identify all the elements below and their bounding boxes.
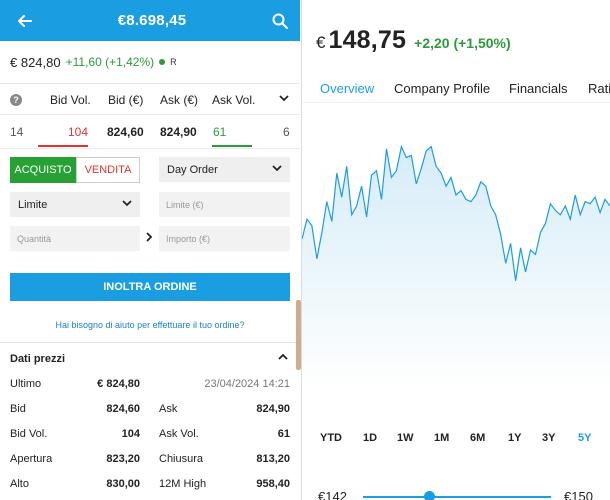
close-value: 813,20 <box>256 453 290 465</box>
back-arrow-icon[interactable] <box>18 14 32 27</box>
stock-change: +2,20 (+1,50%) <box>414 35 511 51</box>
ask-value: 824,90 <box>256 403 290 415</box>
price-data-title: Dati prezzi <box>10 353 66 365</box>
stock-price: 148,75 <box>328 26 407 54</box>
bid-price: 824,60 <box>107 125 144 139</box>
last-price: € 824,80 <box>10 54 61 70</box>
trading-panel: €8.698,45 € 824,80 +11,60 (+1,42%) R ? B… <box>0 0 300 500</box>
range-selector: YTD 1D 1W 1M 6M 1Y 3Y 5Y <box>302 432 610 450</box>
chevron-up-icon[interactable] <box>278 352 288 365</box>
range-6m[interactable]: 6M <box>470 432 485 444</box>
tab-ratio[interactable]: Ratio <box>588 81 610 96</box>
range-1y[interactable]: 1Y <box>508 432 521 444</box>
12m-high-label: 12M High <box>159 478 207 490</box>
limit-price-input[interactable]: Limite (€) <box>159 192 290 217</box>
ask-vol-value: 61 <box>277 428 290 440</box>
bid-label: Bid <box>10 403 26 415</box>
price-value: € 824,80 <box>97 378 140 390</box>
order-book-row: 14 104 824,60 824,90 61 6 <box>0 115 300 149</box>
slider-max-label: €150 <box>564 489 593 500</box>
range-1w[interactable]: 1W <box>397 432 414 444</box>
slider-track[interactable] <box>363 496 551 498</box>
range-5y[interactable]: 5Y <box>578 432 591 444</box>
tab-company-profile[interactable]: Company Profile <box>394 81 490 96</box>
price-change: +11,60 (+1,42%) <box>65 55 155 69</box>
screen: €8.698,45 € 824,80 +11,60 (+1,42%) R ? B… <box>0 0 610 500</box>
range-1m[interactable]: 1M <box>434 432 449 444</box>
bid-vol-value: 104 <box>121 428 140 440</box>
search-icon[interactable] <box>272 13 288 29</box>
chevron-down-icon <box>122 198 132 211</box>
send-order-button[interactable]: INOLTRA ORDINE <box>10 273 290 301</box>
bid-volume: 104 <box>68 125 89 139</box>
amount-input[interactable]: Importo (€) <box>159 226 290 251</box>
close-label: Chiusura <box>159 453 204 465</box>
order-type-value: Limite <box>18 198 48 211</box>
bid-header: Bid (€) <box>108 93 144 107</box>
help-link[interactable]: Hai bisogno di aiuto per effettuare il t… <box>0 320 300 330</box>
slider-thumb[interactable] <box>424 491 435 500</box>
ask-levels: 6 <box>283 125 290 139</box>
open-value: 823,20 <box>106 453 140 465</box>
chevron-down-icon[interactable] <box>279 92 289 106</box>
stock-detail-panel: € 148,75 +2,20 (+1,50%) Overview Company… <box>302 0 610 500</box>
chevron-down-icon <box>272 163 282 176</box>
tab-overview[interactable]: Overview <box>320 81 374 96</box>
price-chart <box>302 144 610 390</box>
bid-volume-bar <box>38 145 88 147</box>
help-icon[interactable]: ? <box>10 94 22 106</box>
bid-vol-header: Bid Vol. <box>50 93 91 107</box>
12m-high-value: 958,40 <box>256 478 290 490</box>
stock-price-header: € 148,75 +2,20 (+1,50%) <box>316 26 511 55</box>
price-label: Ultimo <box>10 378 42 390</box>
buy-button[interactable]: ACQUISTO <box>10 157 76 183</box>
tab-financials[interactable]: Financials <box>509 81 568 96</box>
sell-button[interactable]: VENDITA <box>76 157 140 183</box>
range-1d[interactable]: 1D <box>363 432 377 444</box>
high-value: 830,00 <box>106 478 140 490</box>
ask-price: 824,90 <box>160 125 197 139</box>
divider <box>0 342 300 343</box>
market-status-dot <box>159 59 166 65</box>
open-label: Apertura <box>10 453 53 465</box>
currency-symbol: € <box>316 33 326 52</box>
ask-vol-header: Ask Vol. <box>212 93 256 107</box>
ask-volume-bar <box>212 145 252 147</box>
bid-levels: 14 <box>10 125 24 139</box>
detail-tabs: Overview Company Profile Financials Rati… <box>302 75 610 103</box>
portfolio-value: €8.698,45 <box>117 12 187 29</box>
price-timestamp: 23/04/2024 14:21 <box>204 378 290 390</box>
quantity-input[interactable]: Quantità <box>10 226 140 251</box>
chevron-right-icon <box>146 232 153 245</box>
market-code: R <box>170 57 177 67</box>
high-label: Alto <box>10 478 29 490</box>
validity-select[interactable]: Day Order <box>159 157 290 182</box>
quote-line: € 824,80 +11,60 (+1,42%) R <box>0 41 300 83</box>
ask-header: Ask (€) <box>160 93 199 107</box>
bid-value: 824,60 <box>106 403 140 415</box>
range-3y[interactable]: 3Y <box>542 432 555 444</box>
validity-value: Day Order <box>167 163 218 176</box>
order-book-header: ? Bid Vol. Bid (€) Ask (€) Ask Vol. <box>0 83 300 115</box>
ask-vol-label: Ask Vol. <box>159 428 199 440</box>
ask-label: Ask <box>159 403 178 415</box>
range-ytd[interactable]: YTD <box>320 432 342 444</box>
top-bar: €8.698,45 <box>0 0 300 41</box>
bid-vol-label: Bid Vol. <box>10 428 48 440</box>
slider-min-label: €142 <box>318 489 347 500</box>
ask-volume: 61 <box>213 125 227 139</box>
order-type-select[interactable]: Limite <box>10 192 140 217</box>
